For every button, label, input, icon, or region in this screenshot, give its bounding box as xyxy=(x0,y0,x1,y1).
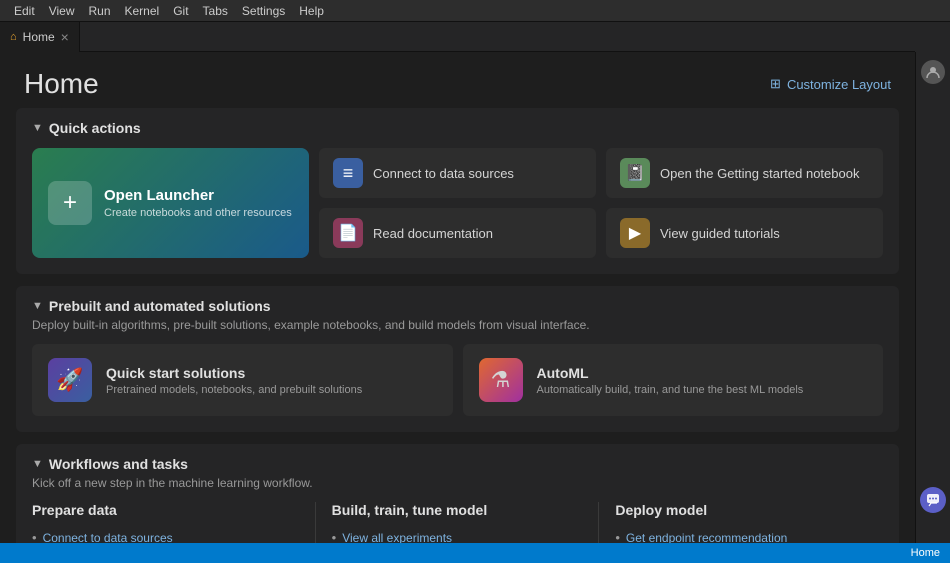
prebuilt-cards: 🚀 Quick start solutions Pretrained model… xyxy=(32,344,883,416)
workflows-header: ▼ Workflows and tasks xyxy=(32,456,883,472)
customize-layout-button[interactable]: ⊞ Customize Layout xyxy=(770,76,891,92)
menu-view[interactable]: View xyxy=(43,2,81,20)
quick-start-card-title: Quick start solutions xyxy=(106,365,362,381)
automl-icon: ⚗ xyxy=(479,358,523,402)
open-notebook-icon: 📓 xyxy=(620,158,650,188)
view-tutorials-label: View guided tutorials xyxy=(660,226,780,241)
menu-settings[interactable]: Settings xyxy=(236,2,291,20)
content-area: Home ⊞ Customize Layout ▼ Quick actions … xyxy=(0,52,915,563)
prebuilt-chevron[interactable]: ▼ xyxy=(32,300,43,312)
menu-kernel[interactable]: Kernel xyxy=(119,2,166,20)
quick-start-card-subtitle: Pretrained models, notebooks, and prebui… xyxy=(106,384,362,396)
open-notebook-label: Open the Getting started notebook xyxy=(660,166,859,181)
home-tab-icon: ⌂ xyxy=(10,31,17,43)
read-docs-icon: 📄 xyxy=(333,218,363,248)
avatar[interactable] xyxy=(921,60,945,84)
view-tutorials-icon: ▶ xyxy=(620,218,650,248)
automl-text: AutoML Automatically build, train, and t… xyxy=(537,365,804,396)
open-launcher-icon: + xyxy=(48,181,92,225)
quick-actions-chevron[interactable]: ▼ xyxy=(32,122,43,134)
workflows-title: Workflows and tasks xyxy=(49,456,188,472)
workflows-chevron[interactable]: ▼ xyxy=(32,458,43,470)
read-docs-label: Read documentation xyxy=(373,226,493,241)
read-docs-card[interactable]: 📄 Read documentation xyxy=(319,208,596,258)
menu-run[interactable]: Run xyxy=(82,2,116,20)
automl-card-title: AutoML xyxy=(537,365,804,381)
quick-actions-section: ▼ Quick actions + Open Launcher Create n… xyxy=(16,108,899,274)
automl-card[interactable]: ⚗ AutoML Automatically build, train, and… xyxy=(463,344,884,416)
home-tab-close[interactable]: × xyxy=(61,30,69,44)
prebuilt-title: Prebuilt and automated solutions xyxy=(49,298,271,314)
deploy-model-title: Deploy model xyxy=(615,502,867,518)
menu-help[interactable]: Help xyxy=(293,2,330,20)
quick-start-card[interactable]: 🚀 Quick start solutions Pretrained model… xyxy=(32,344,453,416)
connect-data-card[interactable]: ≡ Connect to data sources xyxy=(319,148,596,198)
connect-data-label: Connect to data sources xyxy=(373,166,514,181)
quick-actions-title: Quick actions xyxy=(49,120,141,136)
open-launcher-title: Open Launcher xyxy=(104,187,292,204)
home-tab-label: Home xyxy=(23,30,55,44)
tabbar: ⌂ Home × ⚙ xyxy=(0,22,950,52)
quick-actions-header: ▼ Quick actions xyxy=(32,120,883,136)
quick-start-text: Quick start solutions Pretrained models,… xyxy=(106,365,362,396)
status-text: Home xyxy=(911,547,940,559)
open-launcher-card[interactable]: + Open Launcher Create notebooks and oth… xyxy=(32,148,309,258)
prebuilt-subtitle: Deploy built-in algorithms, pre-built so… xyxy=(32,318,883,332)
quick-actions-grid: + Open Launcher Create notebooks and oth… xyxy=(32,148,883,258)
chat-bubble-button[interactable] xyxy=(920,487,946,513)
view-tutorials-card[interactable]: ▶ View guided tutorials xyxy=(606,208,883,258)
customize-layout-icon: ⊞ xyxy=(770,76,781,92)
menubar: Edit View Run Kernel Git Tabs Settings H… xyxy=(0,0,950,22)
menu-git[interactable]: Git xyxy=(167,2,194,20)
prebuilt-section: ▼ Prebuilt and automated solutions Deplo… xyxy=(16,286,899,432)
page-header: Home ⊞ Customize Layout xyxy=(0,52,915,108)
statusbar: Home xyxy=(0,543,950,563)
open-launcher-subtitle: Create notebooks and other resources xyxy=(104,207,292,219)
build-train-title: Build, train, tune model xyxy=(332,502,583,518)
main-wrapper: Home ⊞ Customize Layout ▼ Quick actions … xyxy=(0,52,950,563)
prebuilt-header: ▼ Prebuilt and automated solutions xyxy=(32,298,883,314)
open-notebook-card[interactable]: 📓 Open the Getting started notebook xyxy=(606,148,883,198)
menu-edit[interactable]: Edit xyxy=(8,2,41,20)
home-tab[interactable]: ⌂ Home × xyxy=(0,22,80,52)
menu-tabs[interactable]: Tabs xyxy=(197,2,234,20)
quick-start-icon: 🚀 xyxy=(48,358,92,402)
prepare-data-title: Prepare data xyxy=(32,502,299,518)
page-title: Home xyxy=(24,68,99,100)
open-launcher-text: Open Launcher Create notebooks and other… xyxy=(104,187,292,219)
connect-data-icon: ≡ xyxy=(333,158,363,188)
automl-card-subtitle: Automatically build, train, and tune the… xyxy=(537,384,804,396)
customize-layout-label: Customize Layout xyxy=(787,77,891,92)
right-sidebar xyxy=(915,52,950,563)
workflows-subtitle: Kick off a new step in the machine learn… xyxy=(32,476,883,490)
